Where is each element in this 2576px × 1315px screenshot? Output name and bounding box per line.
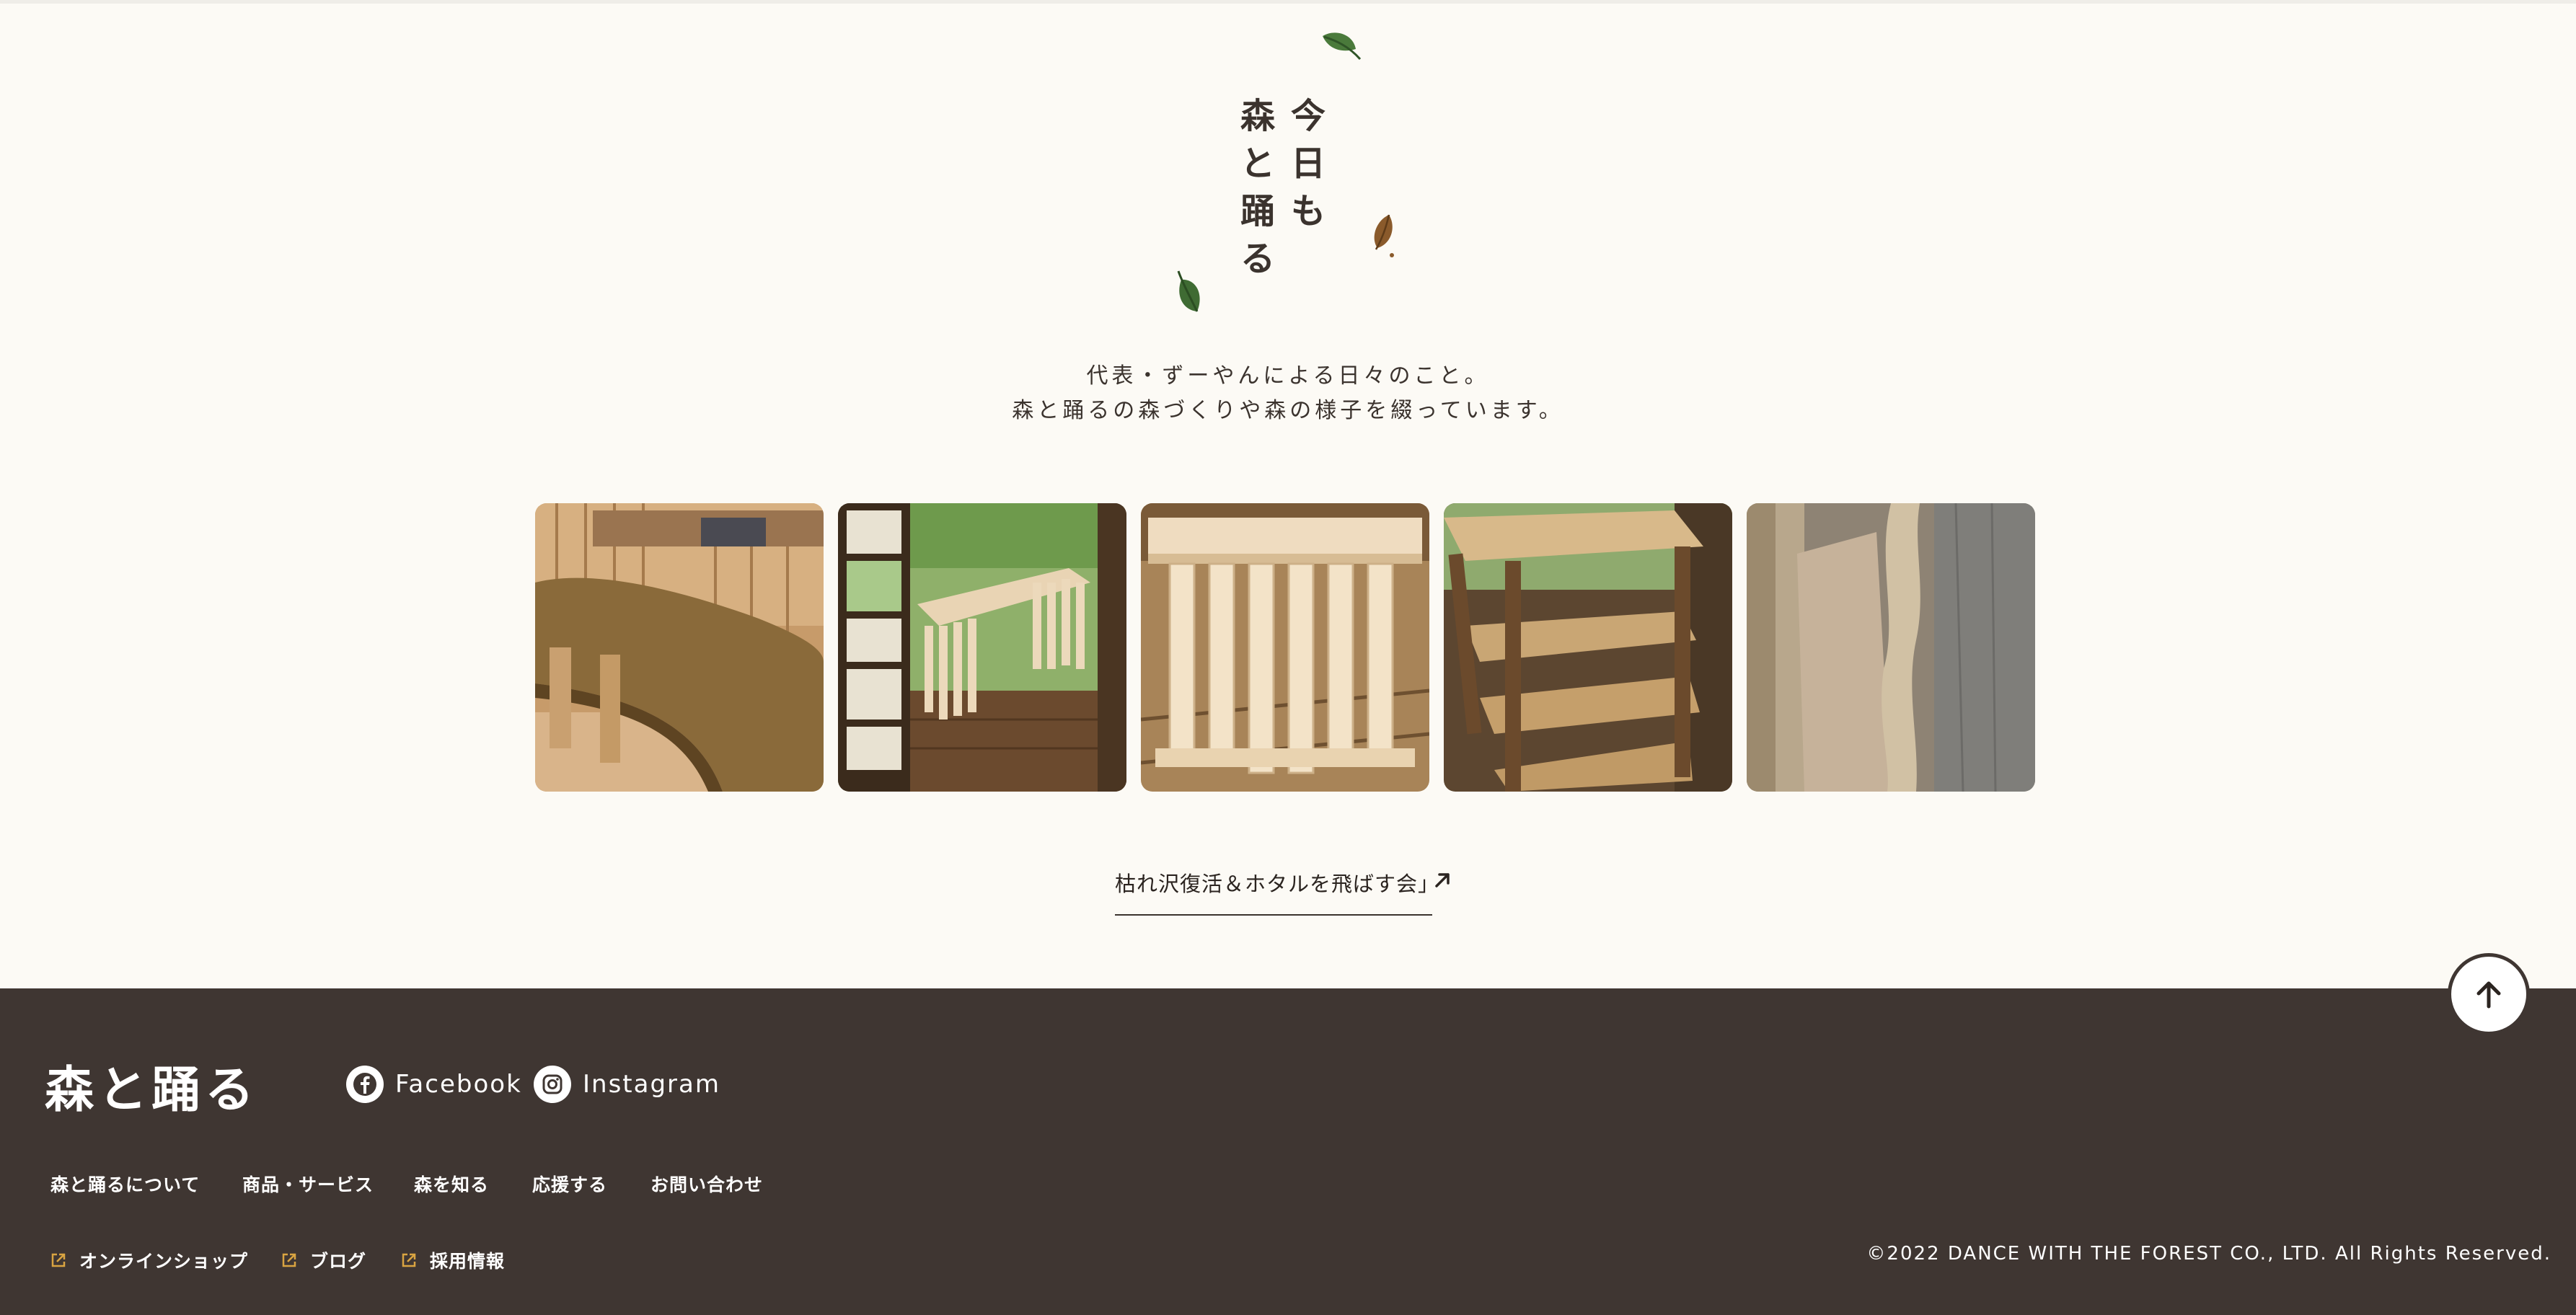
arrow-up-right-icon[interactable] xyxy=(1432,869,1454,890)
hero-vertical-title: 今 日 も 森 と 踊 る xyxy=(1240,92,1341,280)
external-link-icon xyxy=(282,1253,296,1267)
site-footer xyxy=(0,988,2576,1315)
timber-boards-photo[interactable] xyxy=(1747,503,2035,792)
title-char: 森 xyxy=(1240,96,1276,136)
nav-support[interactable]: 応援する xyxy=(532,1171,607,1197)
top-divider xyxy=(0,0,2576,4)
careers-label: 採用情報 xyxy=(430,1251,506,1272)
instagram-icon xyxy=(534,1066,571,1103)
title-column-left: 森 と 踊 る xyxy=(1240,92,1275,283)
title-char: も xyxy=(1291,191,1326,231)
blog-link[interactable]: ブログ xyxy=(281,1247,366,1273)
blog-label: ブログ xyxy=(310,1251,367,1272)
wooden-cart-photo[interactable] xyxy=(1444,503,1732,792)
leaf-icon xyxy=(1323,32,1362,60)
footer-logo[interactable]: 森と踊る xyxy=(45,1050,258,1121)
external-link-icon xyxy=(402,1253,416,1267)
facebook-label: Facebook xyxy=(395,1070,522,1099)
title-char: と xyxy=(1240,143,1276,184)
description-line-2: 森と踊るの森づくりや森の様子を綴っています。 xyxy=(1012,398,1564,423)
nav-learn-forest[interactable]: 森を知る xyxy=(414,1171,489,1197)
leaf-icon xyxy=(1374,214,1394,257)
nav-products-services[interactable]: 商品・サービス xyxy=(242,1171,374,1197)
bench-photo[interactable] xyxy=(535,503,824,792)
arrow-up-icon xyxy=(2476,981,2501,1009)
copyright: ©2022 DANCE WITH THE FOREST CO., LTD. Al… xyxy=(1866,1243,2551,1265)
facebook-icon xyxy=(346,1066,384,1103)
title-char: 日 xyxy=(1291,143,1326,184)
title-char: る xyxy=(1240,239,1276,279)
back-to-top-button[interactable] xyxy=(2448,953,2530,1035)
veranda-table-photo[interactable] xyxy=(838,503,1126,792)
title-char: 踊 xyxy=(1240,191,1276,231)
nav-about[interactable]: 森と踊るについて xyxy=(50,1171,200,1197)
leaf-icon xyxy=(1177,270,1200,312)
instagram-label: Instagram xyxy=(583,1070,720,1099)
instagram-link[interactable]: Instagram xyxy=(534,1066,720,1103)
title-column-right: 今 日 も xyxy=(1291,92,1326,235)
description-line-1: 代表・ずーやんによる日々のこと。 xyxy=(1086,363,1490,389)
facebook-link[interactable]: Facebook xyxy=(346,1066,522,1103)
post-link[interactable]: 枯れ沢復活＆ホタルを飛ばす会」 xyxy=(1115,867,1439,916)
careers-link[interactable]: 採用情報 xyxy=(401,1247,505,1273)
online-shop-link[interactable]: オンラインショップ xyxy=(50,1247,248,1273)
title-char: 今 xyxy=(1291,96,1326,136)
external-link-icon xyxy=(51,1253,66,1267)
nav-contact[interactable]: お問い合わせ xyxy=(650,1171,763,1197)
online-shop-label: オンラインショップ xyxy=(79,1251,249,1272)
slatted-stool-photo[interactable] xyxy=(1141,503,1429,792)
photo-gallery xyxy=(535,503,2035,792)
